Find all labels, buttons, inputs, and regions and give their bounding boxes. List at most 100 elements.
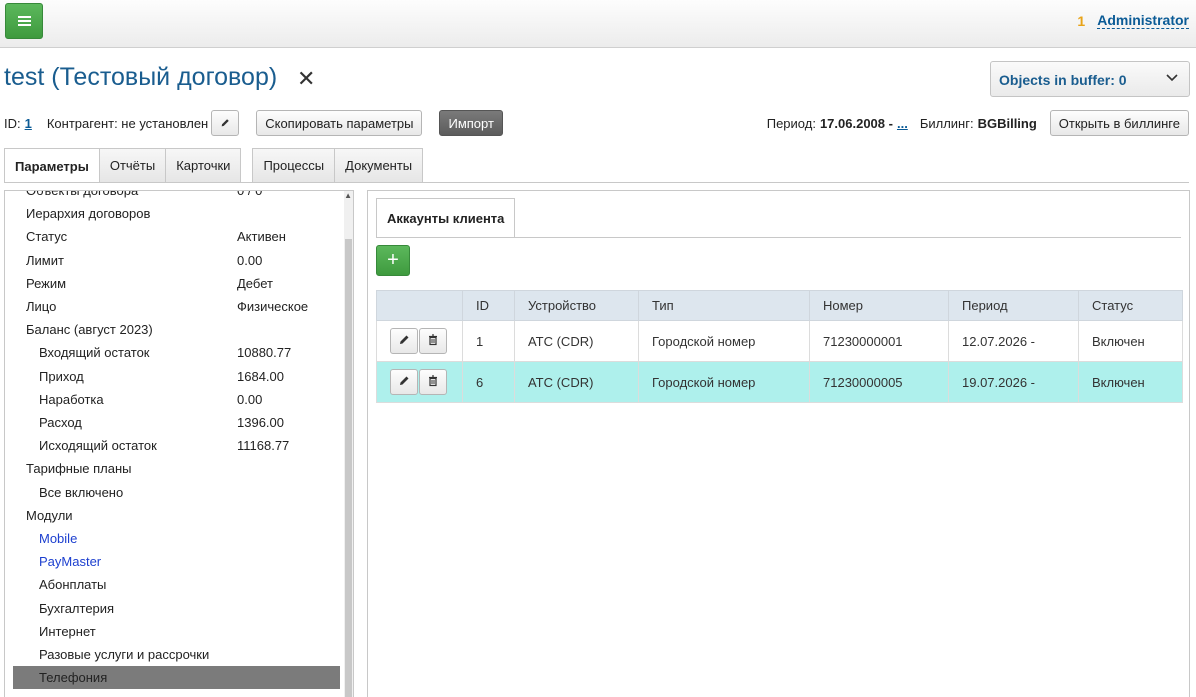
tree-row-value: 1396.00 — [237, 415, 284, 430]
tree-row-label: Объекты договора — [26, 190, 139, 198]
delete-account-button[interactable] — [419, 369, 447, 395]
accounts-panel: Аккаунты клиента + ID Устройство Тип Ном… — [367, 190, 1190, 697]
column-header-device[interactable]: Устройство — [514, 290, 639, 321]
tree-row-value: 0.00 — [237, 252, 263, 268]
tree-row-value: 10880.77 — [237, 345, 292, 361]
accounts-table: ID Устройство Тип Номер Период Статус 1А… — [376, 290, 1183, 403]
column-header-period[interactable]: Период — [948, 290, 1079, 321]
parameters-tree-panel: Объекты договора 0 / 0 Иерархия договоров С… — [4, 190, 354, 697]
cell-status: Включен — [1078, 320, 1183, 362]
tree-row-label: Приход — [39, 368, 84, 384]
cell-number: 71230000001 — [809, 320, 949, 362]
edit-contractor-button[interactable] — [211, 110, 240, 136]
table-row[interactable]: 1 АТС (CDR) Городской номер 71230000001 12.0… — [376, 320, 1183, 362]
delete-account-button[interactable] — [419, 328, 447, 354]
tree-row[interactable]: Все включено — [13, 481, 340, 504]
tree-row-label: Интернет — [39, 623, 96, 639]
page-title: test (Тестовый договор) — [4, 63, 278, 91]
column-header-type[interactable]: Тип — [638, 290, 810, 321]
period-value: 17.06.2008 - — [819, 115, 893, 131]
tree-row[interactable]: PayMaster — [13, 550, 340, 573]
tree-row[interactable]: Баланс (август 2023) — [13, 318, 340, 341]
import-button[interactable]: Импорт — [439, 110, 503, 136]
tree-row-label: Режим — [26, 275, 67, 291]
tree-row-label: Mobile — [39, 531, 78, 546]
tree-row-label: Баланс (август 2023) — [26, 322, 153, 338]
scroll-up-icon[interactable]: ▲ — [344, 191, 352, 200]
cell-device: АТС (CDR) — [514, 320, 639, 362]
edit-account-button[interactable] — [390, 369, 418, 395]
objects-buffer-dropdown[interactable]: Objects in buffer: 0 — [990, 61, 1190, 97]
user-name-link[interactable]: Administrator — [1097, 12, 1189, 29]
tree-row[interactable]: Абонплаты — [13, 573, 340, 596]
scrollbar[interactable]: ▲ — [344, 191, 353, 697]
cell-period: 19.07.2026 - — [948, 361, 1079, 403]
period-label: Период: — [766, 115, 816, 131]
trash-icon — [427, 374, 439, 390]
main-menu-button[interactable] — [5, 3, 43, 39]
tab-client-accounts[interactable]: Аккаунты клиента — [376, 198, 516, 238]
tree-row-value: 0 / 0 — [237, 190, 263, 198]
column-header-status[interactable]: Статус — [1078, 290, 1183, 321]
contractor-label: Контрагент: не установлен — [46, 115, 209, 131]
tree-row[interactable]: Входящий остаток 10880.77 — [13, 341, 340, 364]
open-in-billing-button[interactable]: Открыть в биллинге — [1049, 110, 1189, 136]
tree-row-label: Расход — [39, 415, 82, 430]
tree-row-value: 0.00 — [237, 391, 263, 407]
column-header-number[interactable]: Номер — [809, 290, 949, 321]
pencil-icon — [398, 334, 410, 349]
tab-cards[interactable]: Карточки — [165, 148, 242, 182]
trash-icon — [427, 333, 439, 349]
period-end-link[interactable]: ... — [897, 116, 908, 131]
pencil-icon — [398, 375, 410, 390]
tree-row-label: Разовые услуги и рассрочки — [39, 647, 210, 662]
hamburger-icon — [17, 16, 31, 26]
close-icon[interactable]: ✕ — [297, 66, 315, 92]
tree-row[interactable]: Статус Активен — [13, 225, 340, 248]
period-row: Период: 17.06.2008 - ... Биллинг: BGBill… — [767, 110, 1189, 136]
tree-row-value: Дебет — [237, 275, 273, 291]
copy-parameters-button[interactable]: Скопировать параметры — [256, 110, 423, 136]
tree-row[interactable]: Бухгалтерия — [13, 597, 340, 620]
tree-row[interactable]: Исходящий остаток 11168.77 — [13, 434, 340, 457]
cell-id: 1 — [462, 320, 515, 362]
tree-row[interactable]: Разовые услуги и рассрочки — [13, 643, 340, 666]
tab-documents[interactable]: Документы — [334, 148, 424, 182]
cell-device: АТС (CDR) — [514, 361, 639, 403]
tree-row[interactable]: Интернет — [13, 620, 340, 643]
row-actions — [376, 320, 463, 362]
tree-row-label: Иерархия договоров — [26, 206, 151, 222]
edit-account-button[interactable] — [390, 328, 418, 354]
tab-reports[interactable]: Отчёты — [98, 148, 167, 182]
add-account-button[interactable]: + — [376, 245, 410, 276]
tree-row-label: Модули — [26, 507, 73, 523]
column-header-id[interactable]: ID — [462, 290, 515, 321]
tree-row[interactable]: Иерархия договоров — [13, 202, 340, 225]
table-header-row: ID Устройство Тип Номер Период Статус — [376, 290, 1183, 321]
actions-column-header — [376, 290, 463, 321]
scroll-thumb[interactable] — [345, 239, 352, 697]
tree-row[interactable]: Лимит 0.00 — [13, 249, 340, 272]
notification-count[interactable]: 1 — [1077, 13, 1085, 29]
tree-row[interactable]: Приход 1684.00 — [13, 365, 340, 388]
tree-row[interactable]: Mobile — [13, 527, 340, 550]
tree-row-label: Все включено — [39, 484, 124, 500]
tree-row[interactable]: Модули — [13, 504, 340, 527]
tree-row-label: PayMaster — [39, 554, 102, 570]
id-link[interactable]: 1 — [25, 116, 32, 131]
tree-row[interactable]: Лицо Физическое — [13, 295, 340, 318]
tree-row[interactable]: Тарифные планы — [13, 457, 340, 480]
cell-type: Городской номер — [638, 320, 810, 362]
tree-row-label: Лимит — [26, 252, 64, 268]
tree-row[interactable]: Телефония — [13, 666, 340, 690]
tree-row[interactable]: Объекты договора 0 / 0 — [13, 190, 340, 202]
user-area: 1 Administrator — [1077, 12, 1189, 29]
tree-row[interactable]: Наработка 0.00 — [13, 388, 340, 411]
tree-row-value: Физическое — [237, 299, 309, 314]
tree-row[interactable]: Расход 1396.00 — [13, 411, 340, 434]
tree-row[interactable]: Режим Дебет — [13, 272, 340, 295]
tab-parameters[interactable]: Параметры — [4, 148, 100, 183]
tab-processes[interactable]: Процессы — [252, 148, 336, 182]
tree-row-label: Входящий остаток — [39, 345, 150, 361]
table-row[interactable]: 6 АТС (CDR) Городской номер 71230000005 19.0… — [376, 361, 1183, 403]
